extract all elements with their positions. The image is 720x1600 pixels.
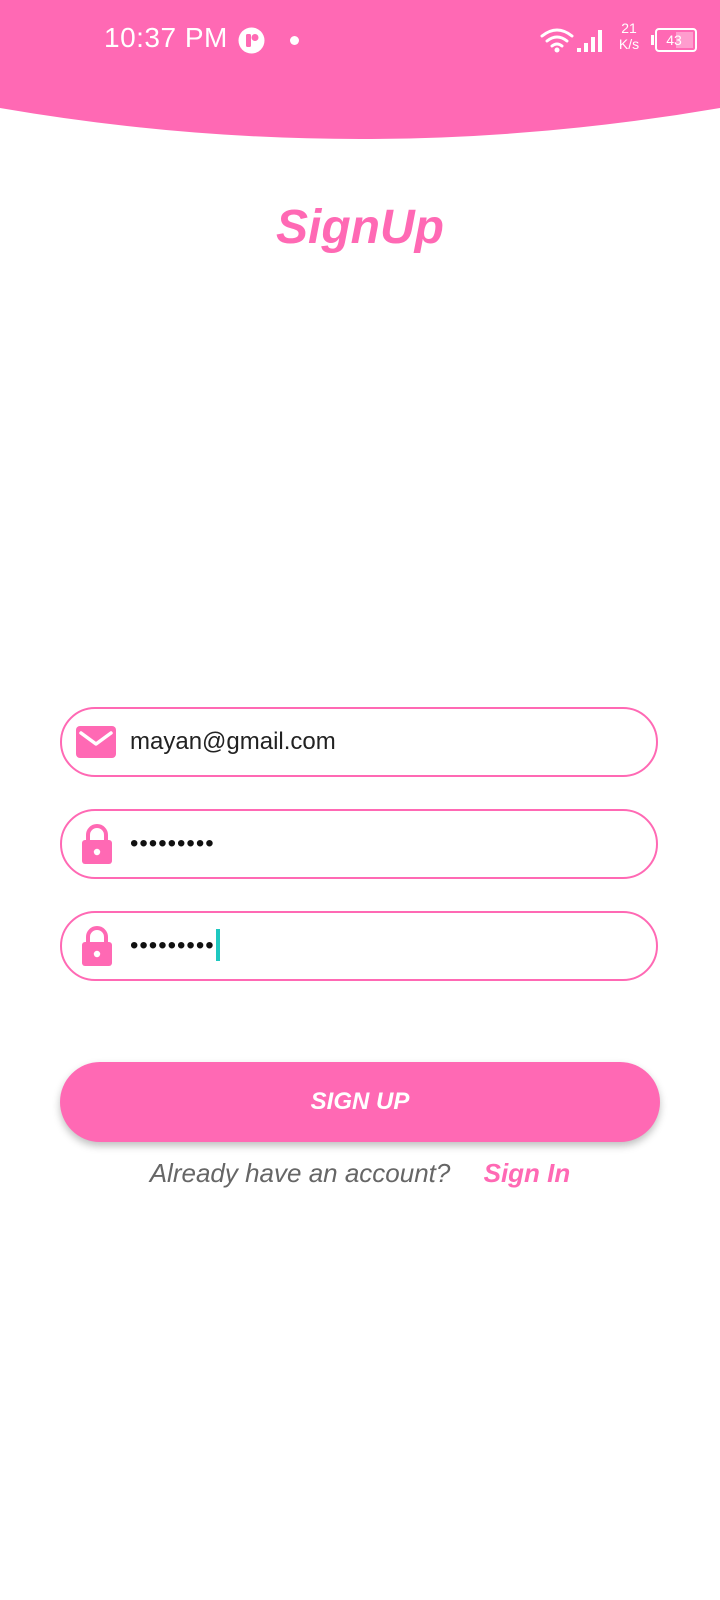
status-time: 10:37 PM — [104, 22, 228, 53]
envelope-icon — [76, 726, 116, 758]
network-speed: 21 K/s — [614, 20, 644, 52]
signup-button[interactable]: SIGN UP — [60, 1062, 660, 1142]
password-field[interactable]: ••••••••• — [60, 809, 658, 879]
email-value[interactable]: mayan@gmail.com — [130, 709, 336, 775]
network-speed-value: 21 — [621, 20, 637, 36]
confirm-password-value[interactable]: ••••••••• — [130, 932, 215, 959]
lock-icon — [82, 926, 112, 966]
lock-icon — [82, 824, 112, 864]
notification-dot-icon — [290, 36, 299, 45]
signin-link[interactable]: Sign In — [484, 1158, 571, 1188]
page-title: SignUp — [276, 201, 444, 254]
password-value[interactable]: ••••••••• — [130, 811, 215, 877]
confirm-password-wrap[interactable]: ••••••••• — [130, 913, 220, 979]
confirm-password-field[interactable]: ••••••••• — [60, 911, 658, 981]
network-speed-unit: K/s — [618, 36, 640, 52]
text-caret — [215, 928, 220, 961]
account-prompt-text: Already have an account? — [149, 1158, 451, 1188]
email-field[interactable]: mayan@gmail.com — [60, 707, 658, 777]
signin-prompt-row: Already have an account? Sign In — [0, 1158, 720, 1189]
wifi-icon — [540, 28, 574, 53]
app-notification-icon — [238, 27, 265, 54]
status-bar: 10:37 PM 21 K/s 43 — [0, 0, 720, 80]
battery-level: 43 — [666, 32, 682, 48]
signal-icon — [577, 30, 602, 52]
